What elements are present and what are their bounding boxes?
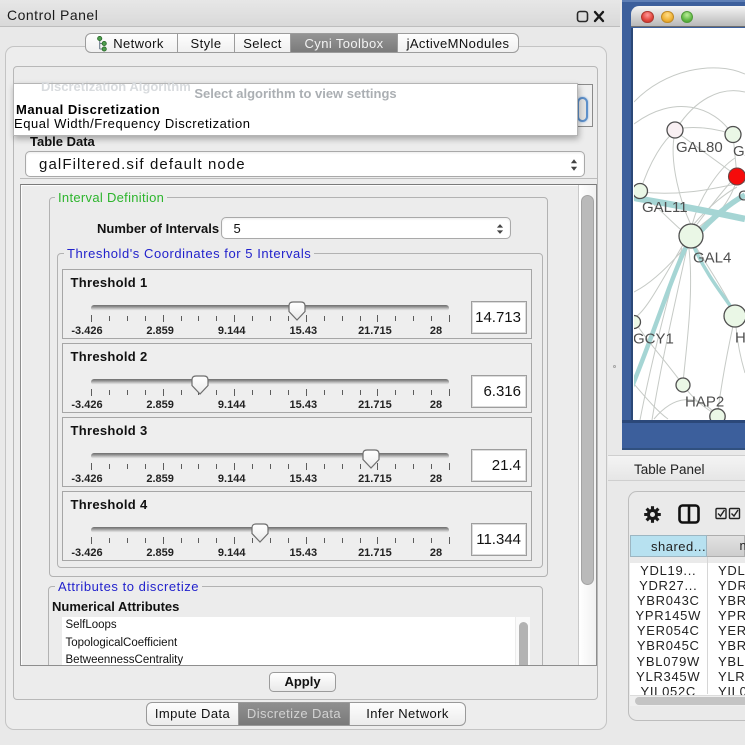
svg-text:HAP2: HAP2	[685, 394, 724, 411]
svg-text:CD: CD	[738, 188, 745, 205]
svg-text:GAL2: GAL2	[733, 143, 745, 160]
svg-text:GCY1: GCY1	[634, 331, 674, 348]
svg-text:GAL11: GAL11	[642, 199, 688, 216]
svg-text:GAL80: GAL80	[676, 139, 723, 156]
svg-text:GAL4: GAL4	[693, 250, 731, 267]
svg-text:HIS: HIS	[735, 330, 745, 347]
